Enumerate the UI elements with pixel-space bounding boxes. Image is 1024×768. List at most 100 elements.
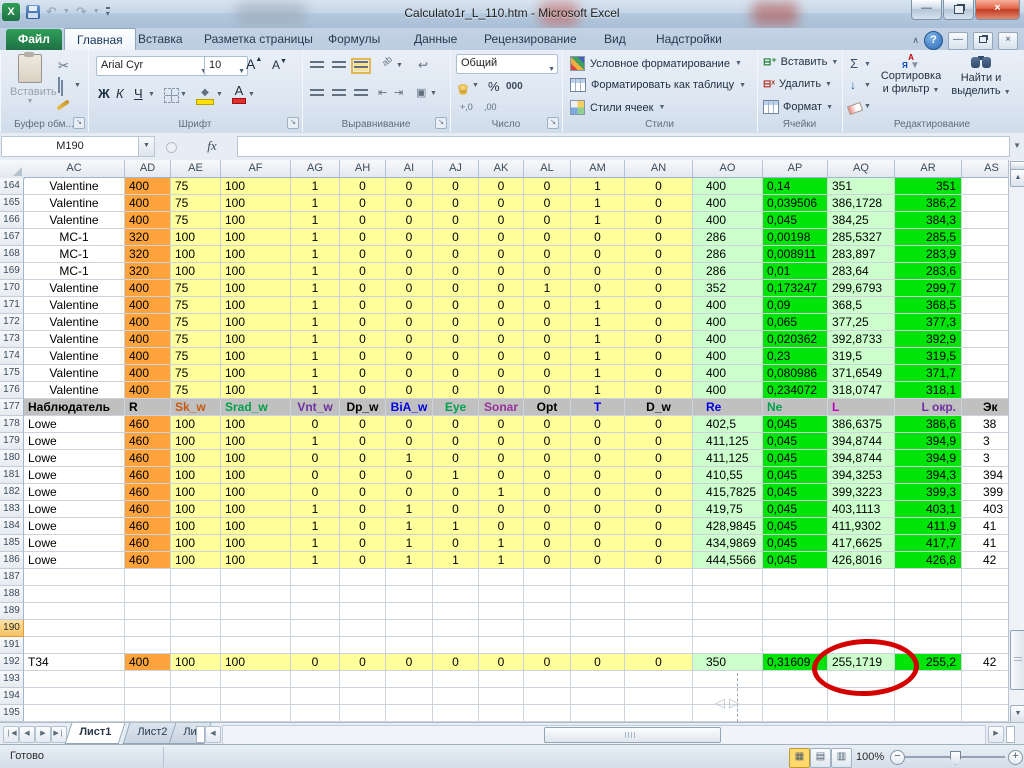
cell-AM186[interactable]: 0 [571, 552, 625, 569]
cell-AI190[interactable] [386, 620, 433, 637]
row-header-170[interactable]: 170 [0, 280, 24, 297]
cell-AK170[interactable]: 0 [479, 280, 524, 297]
cell-AL172[interactable]: 0 [524, 314, 571, 331]
cell-AS184[interactable]: 41 [962, 518, 1008, 535]
column-header-AE[interactable]: AE [171, 160, 221, 178]
cell-AF166[interactable]: 100 [221, 212, 291, 229]
cell-AJ169[interactable]: 0 [433, 263, 479, 280]
row-header-189[interactable]: 189 [0, 603, 24, 620]
cell-AD181[interactable]: 460 [125, 467, 171, 484]
cell-AF167[interactable]: 100 [221, 229, 291, 246]
tab-home[interactable]: Главная [64, 28, 136, 51]
cell-AF191[interactable] [221, 637, 291, 654]
cell-AO190[interactable] [693, 620, 763, 637]
row-header-191[interactable]: 191 [0, 637, 24, 654]
cell-AI195[interactable] [386, 705, 433, 722]
cell-AK185[interactable]: 1 [479, 535, 524, 552]
clear-icon[interactable] [846, 101, 864, 116]
cell-AS168[interactable] [962, 246, 1008, 263]
cell-AJ183[interactable]: 0 [433, 501, 479, 518]
cell-AN190[interactable] [625, 620, 693, 637]
cell-AJ186[interactable]: 1 [433, 552, 479, 569]
cell-AH168[interactable]: 0 [340, 246, 386, 263]
cell-AS172[interactable] [962, 314, 1008, 331]
cell-AJ184[interactable]: 1 [433, 518, 479, 535]
cell-AC187[interactable] [24, 569, 125, 586]
cell-AH172[interactable]: 0 [340, 314, 386, 331]
cell-AC180[interactable]: Lowe [24, 450, 125, 467]
cell-AJ174[interactable]: 0 [433, 348, 479, 365]
horizontal-scrollbar[interactable] [222, 725, 986, 745]
cell-AR166[interactable]: 384,3 [895, 212, 962, 229]
cell-AN180[interactable]: 0 [625, 450, 693, 467]
cell-AE191[interactable] [171, 637, 221, 654]
cell-AR188[interactable] [895, 586, 962, 603]
cell-AK166[interactable]: 0 [479, 212, 524, 229]
cell-AH171[interactable]: 0 [340, 297, 386, 314]
cell-AG179[interactable]: 1 [291, 433, 340, 450]
cell-AM174[interactable]: 1 [571, 348, 625, 365]
cell-AL179[interactable]: 0 [524, 433, 571, 450]
cell-AJ167[interactable]: 0 [433, 229, 479, 246]
cell-AP194[interactable] [763, 688, 828, 705]
cell-AL187[interactable] [524, 569, 571, 586]
cell-AN193[interactable] [625, 671, 693, 688]
cell-AM168[interactable]: 0 [571, 246, 625, 263]
row-header-193[interactable]: 193 [0, 671, 24, 688]
cell-AR164[interactable]: 351 [895, 178, 962, 195]
cell-AE169[interactable]: 100 [171, 263, 221, 280]
cell-AI174[interactable]: 0 [386, 348, 433, 365]
cell-AN195[interactable] [625, 705, 693, 722]
cell-AF172[interactable]: 100 [221, 314, 291, 331]
cell-AG187[interactable] [291, 569, 340, 586]
cell-AH182[interactable]: 0 [340, 484, 386, 501]
cell-AD194[interactable] [125, 688, 171, 705]
cell-AD182[interactable]: 460 [125, 484, 171, 501]
cell-AD177[interactable]: R [125, 399, 171, 416]
cell-AL176[interactable]: 0 [524, 382, 571, 399]
column-header-AC[interactable]: AC [24, 160, 125, 178]
cell-AN164[interactable]: 0 [625, 178, 693, 195]
cell-AM191[interactable] [571, 637, 625, 654]
align-bottom-icon[interactable] [351, 58, 371, 74]
cell-AN178[interactable]: 0 [625, 416, 693, 433]
cell-AR190[interactable] [895, 620, 962, 637]
cell-AR179[interactable]: 394,9 [895, 433, 962, 450]
cell-AR194[interactable] [895, 688, 962, 705]
cell-AO191[interactable] [693, 637, 763, 654]
tab-page-layout[interactable]: Разметка страницы [192, 28, 325, 50]
cell-AS178[interactable]: 38 [962, 416, 1008, 433]
cell-AL171[interactable]: 0 [524, 297, 571, 314]
cell-AL167[interactable]: 0 [524, 229, 571, 246]
wrap-text-icon[interactable]: ↩ [418, 58, 428, 72]
cell-AC186[interactable]: Lowe [24, 552, 125, 569]
cell-AF187[interactable] [221, 569, 291, 586]
cell-AN175[interactable]: 0 [625, 365, 693, 382]
cell-AO185[interactable]: 434,9869 [693, 535, 763, 552]
cell-AH189[interactable] [340, 603, 386, 620]
cell-AI185[interactable]: 1 [386, 535, 433, 552]
column-header-AP[interactable]: AP [763, 160, 828, 178]
cell-AI177[interactable]: BiA_w [386, 399, 433, 416]
row-header-180[interactable]: 180 [0, 450, 24, 467]
column-header-AG[interactable]: AG [291, 160, 340, 178]
cell-AL192[interactable]: 0 [524, 654, 571, 671]
cell-AE176[interactable]: 75 [171, 382, 221, 399]
cell-AS185[interactable]: 41 [962, 535, 1008, 552]
cell-AI191[interactable] [386, 637, 433, 654]
cell-AF192[interactable]: 100 [221, 654, 291, 671]
cell-AF183[interactable]: 100 [221, 501, 291, 518]
cell-AL178[interactable]: 0 [524, 416, 571, 433]
font-color-icon[interactable]: А [232, 83, 246, 104]
cell-AL188[interactable] [524, 586, 571, 603]
cell-AK191[interactable] [479, 637, 524, 654]
cell-AJ168[interactable]: 0 [433, 246, 479, 263]
column-header-AJ[interactable]: AJ [433, 160, 479, 178]
cell-AI165[interactable]: 0 [386, 195, 433, 212]
cell-AO182[interactable]: 415,7825 [693, 484, 763, 501]
merge-dropdown-icon[interactable]: ▼ [430, 90, 437, 97]
cell-AK176[interactable]: 0 [479, 382, 524, 399]
accounting-format-icon[interactable] [458, 80, 468, 94]
cell-AF193[interactable] [221, 671, 291, 688]
cell-AD179[interactable]: 460 [125, 433, 171, 450]
